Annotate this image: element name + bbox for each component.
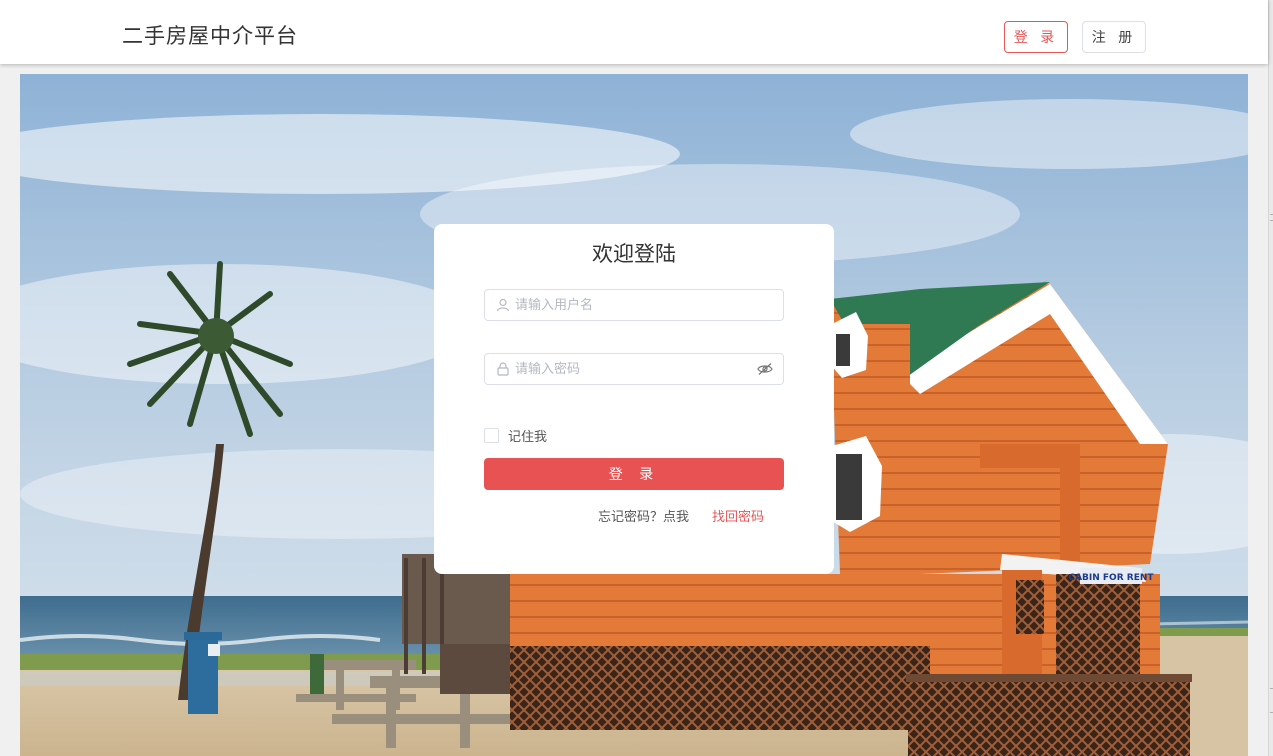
- username-input[interactable]: [515, 290, 751, 320]
- user-icon: [496, 298, 510, 312]
- header-register-button[interactable]: 注 册: [1082, 21, 1146, 53]
- recover-password-link[interactable]: 找回密码: [712, 506, 764, 525]
- eye-off-icon[interactable]: [757, 362, 773, 376]
- cabin-porch: CABIN FOR RENT: [1000, 554, 1154, 680]
- trash-bin: [310, 654, 324, 694]
- remember-me[interactable]: 记住我: [484, 426, 547, 445]
- login-title: 欢迎登陆: [592, 242, 676, 266]
- lattice-skirt: [510, 646, 930, 730]
- cabin-sign: CABIN FOR RENT: [1068, 573, 1154, 583]
- site-brand: 二手房屋中介平台: [122, 24, 298, 48]
- lock-icon: [497, 362, 509, 376]
- password-field[interactable]: [484, 353, 784, 385]
- header-login-button[interactable]: 登 录: [1004, 21, 1068, 53]
- login-card: 欢迎登陆 记住我 登 录 忘记密码？点我 找回密码: [434, 224, 834, 574]
- remember-checkbox[interactable]: [484, 428, 499, 443]
- lattice-railing: [908, 678, 1190, 756]
- page-scrollbar[interactable]: [1268, 0, 1273, 756]
- utility-post: [184, 632, 222, 714]
- top-navbar: 二手房屋中介平台 登 录 注 册: [0, 0, 1268, 64]
- forgot-password-text: 忘记密码？点我: [598, 510, 690, 525]
- remember-label: 记住我: [508, 430, 548, 445]
- username-field[interactable]: [484, 289, 784, 321]
- password-input[interactable]: [515, 354, 751, 384]
- login-submit-button[interactable]: 登 录: [484, 458, 784, 490]
